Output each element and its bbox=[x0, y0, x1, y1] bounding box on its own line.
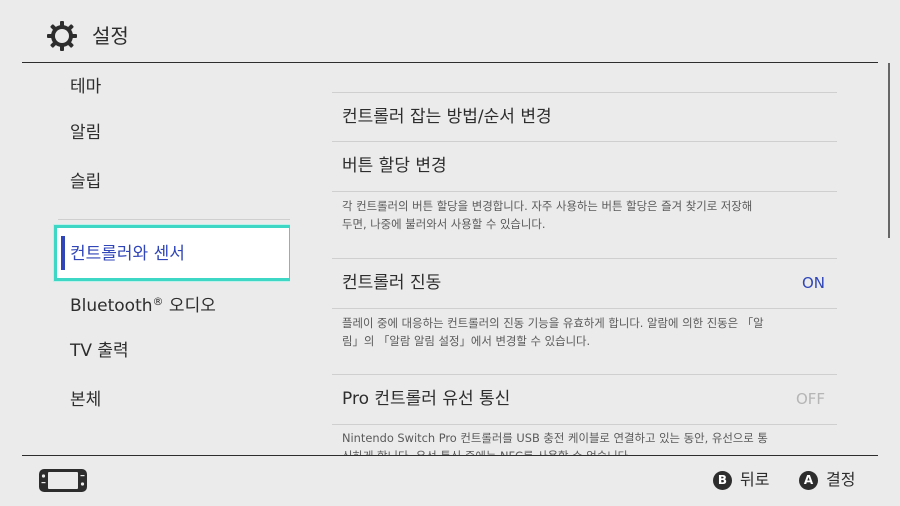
back-button[interactable]: B 뒤로 bbox=[713, 469, 769, 491]
gear-icon bbox=[47, 21, 77, 51]
setting-description: 각 컨트롤러의 버튼 할당을 변경합니다. 자주 사용하는 버튼 할당은 즐겨 … bbox=[342, 197, 832, 233]
setting-description: Nintendo Switch Pro 컨트롤러를 USB 충전 케이블로 연결… bbox=[342, 429, 832, 455]
sidebar-item-label: 컨트롤러와 센서 bbox=[70, 244, 185, 264]
setting-pro-controller-wired[interactable]: Pro 컨트롤러 유선 통신 OFF bbox=[332, 375, 837, 423]
sidebar-item-label: Bluetooth bbox=[70, 296, 153, 316]
sidebar-item-tv-output[interactable]: TV 출력 bbox=[22, 327, 290, 375]
sidebar: 테마 알림 슬립 컨트롤러와 센서 Bluetooth® 오디오 TV 출력 본… bbox=[22, 63, 292, 455]
description-line: 두면, 나중에 불러와서 사용할 수 있습니다. bbox=[342, 217, 546, 231]
sidebar-item-label: 테마 bbox=[70, 77, 102, 97]
sidebar-item-theme[interactable]: 테마 bbox=[22, 63, 290, 111]
row-divider bbox=[332, 308, 837, 309]
footer-divider bbox=[22, 455, 878, 456]
sidebar-item-label: 슬립 bbox=[70, 172, 102, 192]
description-line: 각 컨트롤러의 버튼 할당을 변경합니다. 자주 사용하는 버튼 할당은 즐겨 … bbox=[342, 199, 753, 213]
description-line: 신하게 합니다. 유선 통신 중에는 NFC를 사용할 수 없습니다. bbox=[342, 447, 832, 455]
sidebar-item-label: 알림 bbox=[70, 123, 102, 143]
setting-label: 버튼 할당 변경 bbox=[342, 156, 447, 176]
setting-button-mapping[interactable]: 버튼 할당 변경 bbox=[332, 142, 837, 190]
confirm-label: 결정 bbox=[826, 470, 856, 489]
pro-wired-value: OFF bbox=[795, 390, 825, 408]
scrollbar[interactable] bbox=[888, 63, 892, 455]
sidebar-item-label-suffix: 오디오 bbox=[163, 296, 216, 316]
confirm-button[interactable]: A 결정 bbox=[799, 469, 855, 491]
header: 설정 bbox=[0, 0, 900, 62]
sidebar-item-label: 본체 bbox=[70, 390, 102, 410]
a-button-icon: A bbox=[799, 471, 818, 490]
setting-label: Pro 컨트롤러 유선 통신 bbox=[342, 389, 511, 409]
b-button-icon: B bbox=[713, 471, 732, 490]
row-divider bbox=[332, 424, 837, 425]
vibration-value: ON bbox=[801, 274, 825, 292]
setting-controller-vibration[interactable]: 컨트롤러 진동 ON bbox=[332, 259, 837, 307]
description-line: 림」의 「알람 알림 설정」에서 변경할 수 있습니다. bbox=[342, 334, 591, 348]
description-line: 플레이 중에 대응하는 컨트롤러의 진동 기능을 유효하게 합니다. 알람에 의… bbox=[342, 316, 764, 330]
sidebar-divider bbox=[58, 219, 290, 220]
registered-mark: ® bbox=[152, 295, 164, 308]
sidebar-item-notifications[interactable]: 알림 bbox=[22, 109, 290, 157]
setting-change-grip-order[interactable]: 컨트롤러 잡는 방법/순서 변경 bbox=[332, 93, 837, 141]
sidebar-item-sleep[interactable]: 슬립 bbox=[22, 158, 290, 206]
setting-label: 컨트롤러 잡는 방법/순서 변경 bbox=[342, 107, 552, 127]
sidebar-item-controllers-sensors[interactable]: 컨트롤러와 센서 bbox=[54, 225, 292, 281]
scrollbar-thumb[interactable] bbox=[888, 63, 890, 238]
settings-panel: 컨트롤러 잡는 방법/순서 변경 버튼 할당 변경 각 컨트롤러의 버튼 할당을… bbox=[290, 63, 888, 455]
sidebar-item-bluetooth-audio[interactable]: Bluetooth® 오디오 bbox=[22, 278, 290, 326]
setting-label: 컨트롤러 진동 bbox=[342, 273, 442, 293]
sidebar-item-system[interactable]: 본체 bbox=[22, 376, 290, 424]
page-title: 설정 bbox=[92, 24, 129, 48]
row-divider bbox=[332, 191, 837, 192]
sidebar-item-label: TV 출력 bbox=[70, 341, 129, 361]
setting-description: 플레이 중에 대응하는 컨트롤러의 진동 기능을 유효하게 합니다. 알람에 의… bbox=[342, 314, 832, 350]
back-label: 뒤로 bbox=[740, 470, 770, 489]
description-line: Nintendo Switch Pro 컨트롤러를 USB 충전 케이블로 연결… bbox=[342, 431, 768, 445]
console-icon bbox=[39, 469, 87, 492]
selection-bar bbox=[61, 236, 65, 270]
